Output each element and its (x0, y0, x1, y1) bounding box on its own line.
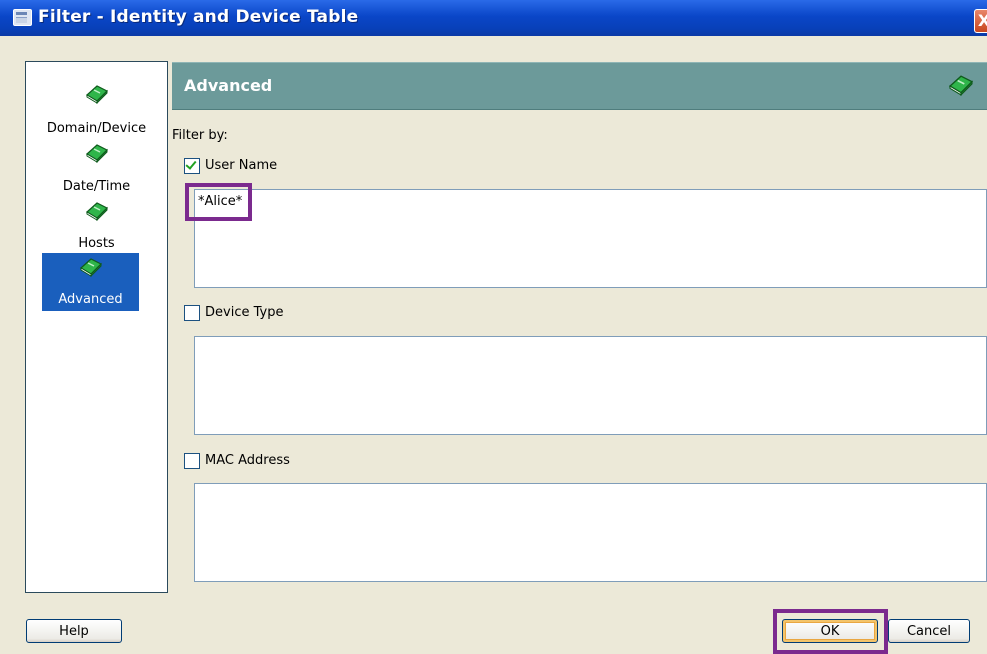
filter-category-list: Domain/Device Date/Time Hosts Advanced (25, 61, 168, 593)
green-book-icon (79, 257, 103, 277)
value-highlight-box (185, 183, 252, 221)
green-book-icon (85, 84, 109, 104)
title-bar: Filter - Identity and Device Table X (0, 0, 987, 36)
nav-item-date-time[interactable]: Date/Time (26, 138, 167, 196)
nav-item-domain-device[interactable]: Domain/Device (26, 78, 167, 138)
device-type-checkbox[interactable] (184, 305, 200, 321)
cancel-button[interactable]: Cancel (888, 619, 970, 643)
close-button[interactable]: X (974, 9, 987, 33)
window-title: Filter - Identity and Device Table (38, 7, 359, 27)
mac-address-input[interactable] (194, 483, 987, 582)
mac-address-label: MAC Address (205, 453, 290, 468)
ok-highlight-box (773, 609, 888, 654)
window-app-icon (13, 9, 32, 26)
user-name-label: User Name (205, 158, 278, 173)
user-name-input[interactable]: *Alice* (194, 189, 987, 288)
nav-item-hosts[interactable]: Hosts (26, 196, 167, 253)
nav-item-label: Hosts (78, 236, 115, 251)
nav-item-label: Domain/Device (46, 121, 147, 136)
green-book-icon (85, 201, 109, 221)
device-type-input[interactable] (194, 336, 987, 435)
green-book-icon (85, 143, 109, 163)
nav-item-advanced[interactable]: Advanced (42, 253, 139, 311)
green-book-icon (947, 74, 975, 99)
help-button[interactable]: Help (26, 619, 122, 643)
device-type-label: Device Type (205, 305, 284, 320)
user-name-checkbox[interactable] (184, 158, 200, 174)
mac-address-checkbox[interactable] (184, 453, 200, 469)
section-title: Advanced (184, 76, 273, 95)
nav-item-label: Advanced (58, 292, 123, 307)
filter-by-label: Filter by: (172, 128, 228, 143)
nav-item-label: Date/Time (62, 179, 131, 194)
section-header: Advanced (172, 62, 987, 110)
